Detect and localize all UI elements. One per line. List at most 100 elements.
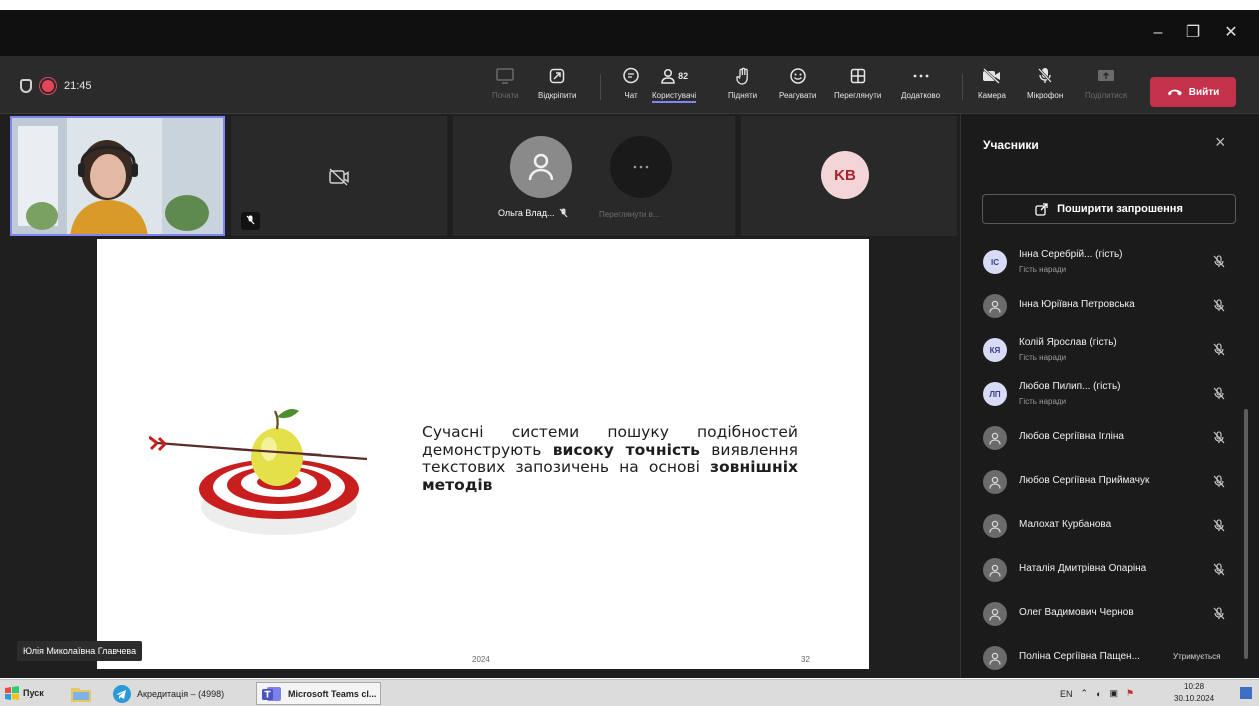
explorer-quicklaunch[interactable] — [66, 682, 96, 705]
panel-scrollbar[interactable] — [1244, 409, 1248, 659]
mic-off-icon — [1213, 475, 1225, 488]
person-icon — [989, 300, 1001, 313]
language-indicator[interactable]: EN — [1060, 689, 1073, 699]
camera-button[interactable]: Камера — [978, 64, 1006, 108]
list-item[interactable]: Любов Сергіївна Ігліна — [961, 416, 1259, 460]
participant-list: IC Інна Серебрій... (гість) Гість наради… — [961, 240, 1259, 678]
participant-name: Любов Сергіївна Ігліна — [1019, 431, 1124, 442]
participants-panel: Учасники × Поширити запрошення IC Інна С… — [960, 114, 1259, 678]
screen-icon — [496, 64, 515, 88]
person-icon — [989, 432, 1001, 445]
show-desktop-icon[interactable] — [1240, 687, 1252, 699]
participant-video — [12, 118, 223, 234]
participant-avatar — [510, 136, 572, 198]
teams-icon — [262, 686, 281, 701]
chat-button[interactable]: Чат — [622, 64, 640, 108]
camera-off-icon — [982, 64, 1002, 88]
react-button[interactable]: Реагувати — [779, 64, 816, 108]
slide-text: Сучасні системи пошуку подібностей демон… — [422, 423, 798, 494]
participant-name: Інна Серебрій... (гість) — [1019, 249, 1123, 260]
list-item[interactable]: Наталія Дмитрівна Опаріна — [961, 548, 1259, 592]
raise-hand-button[interactable]: Підняти — [728, 64, 757, 108]
avatar — [983, 558, 1007, 582]
people-button[interactable]: 82 Користувачі — [652, 64, 697, 108]
chat-icon — [622, 64, 640, 88]
start-button[interactable]: Пуск — [4, 683, 44, 703]
participant-name: Любов Сергіївна Приймачук — [1019, 475, 1150, 486]
view-more-label[interactable]: Переглянути в... — [599, 210, 660, 219]
mic-off-icon — [246, 215, 255, 225]
list-item[interactable]: Олег Вадимович Чернов — [961, 592, 1259, 636]
system-clock[interactable]: 10:28 30.10.2024 — [1174, 681, 1214, 705]
people-count-value: 82 — [678, 71, 689, 81]
share-invite-button[interactable]: Поширити запрошення — [982, 194, 1236, 224]
leave-button[interactable]: Вийти — [1150, 77, 1236, 107]
task-label: Microsoft Teams cl... — [288, 688, 377, 699]
view-button[interactable]: Переглянути — [834, 64, 881, 108]
unpin-icon — [549, 64, 565, 88]
share-screen-button[interactable]: Почати — [492, 64, 519, 108]
mic-off-icon — [1213, 387, 1225, 400]
list-item[interactable]: Інна Юріївна Петровська — [961, 284, 1259, 328]
more-button[interactable]: Додатково — [901, 64, 940, 108]
mic-off-icon — [1213, 607, 1225, 620]
list-item[interactable]: Поліна Сергіївна Пащен... Утримується — [961, 636, 1259, 678]
camera-off-tile[interactable] — [231, 116, 447, 236]
more-icon — [633, 165, 649, 169]
camera-label: Камера — [978, 91, 1006, 100]
network-icon[interactable]: ▣ — [1110, 688, 1119, 699]
avatar: IC — [983, 250, 1007, 274]
mic-off-icon — [1213, 299, 1225, 312]
share-invite-label: Поширити запрошення — [1057, 203, 1183, 215]
close-window-button[interactable]: ✕ — [1216, 20, 1246, 46]
unpin-button[interactable]: Відкріпити — [538, 64, 576, 108]
more-participants-avatar[interactable] — [610, 136, 672, 198]
list-item[interactable]: ЛП Любов Пилип... (гість) Гість наради — [961, 372, 1259, 416]
mic-button[interactable]: Мікрофон — [1027, 64, 1063, 108]
restore-button[interactable]: ❐ — [1178, 20, 1208, 46]
list-item[interactable]: Любов Сергіївна Приймачук — [961, 460, 1259, 504]
flag-icon[interactable]: ⚑ — [1126, 688, 1134, 699]
list-item[interactable]: IC Інна Серебрій... (гість) Гість наради — [961, 240, 1259, 284]
panel-title: Учасники — [983, 138, 1039, 152]
person-icon — [989, 652, 1001, 665]
initials-tile[interactable]: KB — [741, 116, 957, 236]
share-content-label: Поділитися — [1085, 91, 1128, 100]
leave-label: Вийти — [1188, 86, 1220, 98]
title-bar: – ❐ ✕ — [0, 10, 1259, 56]
avatar — [983, 602, 1007, 626]
participant-name: Наталія Дмитрівна Опаріна — [1019, 563, 1147, 574]
avatar — [983, 470, 1007, 494]
mic-off-icon — [1213, 343, 1225, 356]
meeting-toolbar: 21:45 Почати Відкріпити Чат 82 Користува… — [0, 56, 1259, 114]
participant-name: Малохат Курбанова — [1019, 519, 1112, 530]
target-apple-illustration — [149, 409, 368, 535]
more-label: Додатково — [901, 91, 941, 100]
participants-tile[interactable]: Ольга Влад... Переглянути в... — [453, 116, 735, 236]
share-content-button[interactable]: Поділитися — [1085, 64, 1127, 108]
mic-off-icon — [1213, 255, 1225, 268]
person-icon — [989, 520, 1001, 533]
volume-icon[interactable]: ◐ — [1096, 689, 1101, 699]
taskbar-item-telegram[interactable]: Акредитація – (4998) — [108, 682, 228, 705]
list-item[interactable]: КЯ Колій Ярослав (гість) Гість наради — [961, 328, 1259, 372]
person-icon — [989, 476, 1001, 489]
minimize-button[interactable]: – — [1143, 20, 1173, 46]
chat-label: Чат — [624, 91, 638, 100]
tray-arrow-icon[interactable]: ⌃ — [1081, 688, 1089, 699]
close-panel-icon[interactable]: × — [1215, 132, 1226, 153]
participant-name: Любов Пилип... (гість) — [1019, 381, 1121, 392]
participant-role: Гість наради — [1019, 397, 1067, 406]
toolbar-divider — [962, 74, 963, 100]
recording-icon — [42, 80, 54, 92]
participant-name: Олег Вадимович Чернов — [1019, 607, 1134, 618]
self-video-tile[interactable] — [10, 116, 225, 236]
taskbar-item-teams[interactable]: Microsoft Teams cl... — [256, 682, 382, 705]
mic-off-icon — [1213, 431, 1225, 444]
initials-avatar: KB — [821, 151, 869, 199]
share-link-icon — [1035, 203, 1048, 216]
list-item[interactable]: Малохат Курбанова — [961, 504, 1259, 548]
telegram-icon — [113, 684, 131, 703]
clock-time: 10:28 — [1184, 682, 1205, 691]
participant-name: Інна Юріївна Петровська — [1019, 299, 1135, 310]
